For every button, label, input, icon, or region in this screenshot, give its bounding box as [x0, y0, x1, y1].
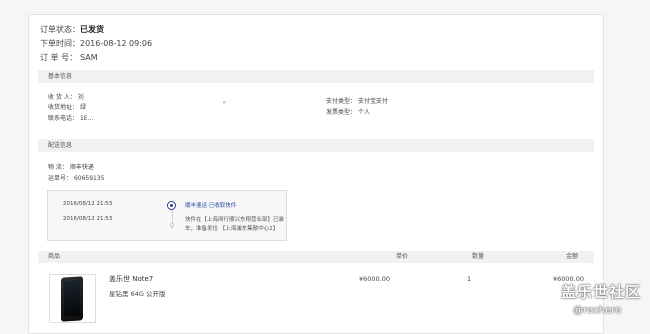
timeline-dot-icon: [170, 223, 174, 227]
address-label: 收货地址：: [48, 104, 79, 111]
waybill-row: 运单号： 60659135: [48, 173, 104, 182]
phone-label: 联系电话：: [48, 115, 79, 122]
order-time-value: 2016-08-12 09:06: [80, 39, 153, 48]
order-number-row: 订 单 号： SAM: [40, 52, 98, 63]
order-detail-card: 订单状态：已发货 下单时间：2016-08-12 09:06 订 单 号： SAM…: [28, 14, 604, 334]
product-table-header: 商品 单价 数量 金额: [38, 251, 594, 263]
address-value: 绿: [79, 104, 86, 111]
receiver-value: 刘: [77, 94, 84, 101]
phone-value: 1E...: [79, 115, 94, 122]
watermark-handle: @rexhero: [573, 305, 622, 316]
col-header-qty: 数量: [472, 253, 485, 260]
order-status-value: 已发货: [80, 25, 104, 34]
receiver-row: 收 货 人： 刘: [48, 92, 84, 101]
product-thumbnail[interactable]: [49, 274, 96, 323]
basic-info-section-title: 基本信息: [38, 70, 594, 83]
phone-row: 联系电话： 1E...: [48, 113, 93, 122]
carrier-label: 物 流：: [48, 164, 68, 171]
address-mark: ": [223, 101, 226, 108]
product-spec: 星钻黑 64G 公开版: [109, 290, 166, 298]
waybill-value: 60659135: [73, 175, 105, 182]
carrier-value: 顺丰快递: [69, 164, 94, 171]
order-time-label: 下单时间：: [40, 39, 80, 48]
address-row: 收货地址： 绿: [48, 102, 86, 111]
pay-type-label: 支付类型：: [326, 98, 357, 105]
shipping-section-title: 配送信息: [38, 139, 594, 152]
product-qty: 1: [467, 275, 472, 283]
invoice-value: 个人: [357, 109, 370, 116]
pay-type-row: 支付类型： 支付宝支付: [326, 96, 388, 105]
timeline-text-2: 快件在【上海闵行顺兴东翔营业部】已装车，准备发往 【上海浦东集散中心2】: [185, 217, 285, 232]
pay-type-value: 支付宝支付: [357, 98, 388, 105]
carrier-row: 物 流： 顺丰快递: [48, 162, 94, 171]
col-header-price: 单价: [396, 253, 409, 260]
col-header-amount: 金额: [566, 253, 579, 260]
shipping-timeline: 2016/08/12 21:53 顺丰速运 已收取快件 2016/08/12 2…: [47, 190, 287, 241]
col-header-product: 商品: [48, 253, 61, 260]
order-number-label: 订 单 号：: [40, 53, 78, 62]
invoice-row: 发票类型： 个人: [326, 107, 370, 116]
watermark-logo-text: 盖乐世社区: [561, 283, 642, 301]
order-number-value: SAM: [80, 53, 98, 62]
product-price: ¥6000.00: [359, 275, 391, 283]
timeline-time-1: 2016/08/12 21:53: [63, 201, 113, 207]
order-status-row: 订单状态：已发货: [40, 24, 104, 35]
timeline-active-dot-icon: [167, 201, 176, 210]
order-status-label: 订单状态：: [40, 25, 80, 34]
invoice-label: 发票类型：: [326, 109, 357, 116]
product-name[interactable]: 盖乐世 Note7: [109, 274, 153, 284]
receiver-label: 收 货 人：: [48, 94, 76, 101]
order-time-row: 下单时间：2016-08-12 09:06: [40, 38, 152, 49]
timeline-time-2: 2016/08/12 21:53: [63, 216, 113, 222]
waybill-label: 运单号：: [48, 175, 73, 182]
phone-image: [61, 276, 83, 322]
timeline-text-1: 顺丰速运 已收取快件: [185, 203, 237, 209]
